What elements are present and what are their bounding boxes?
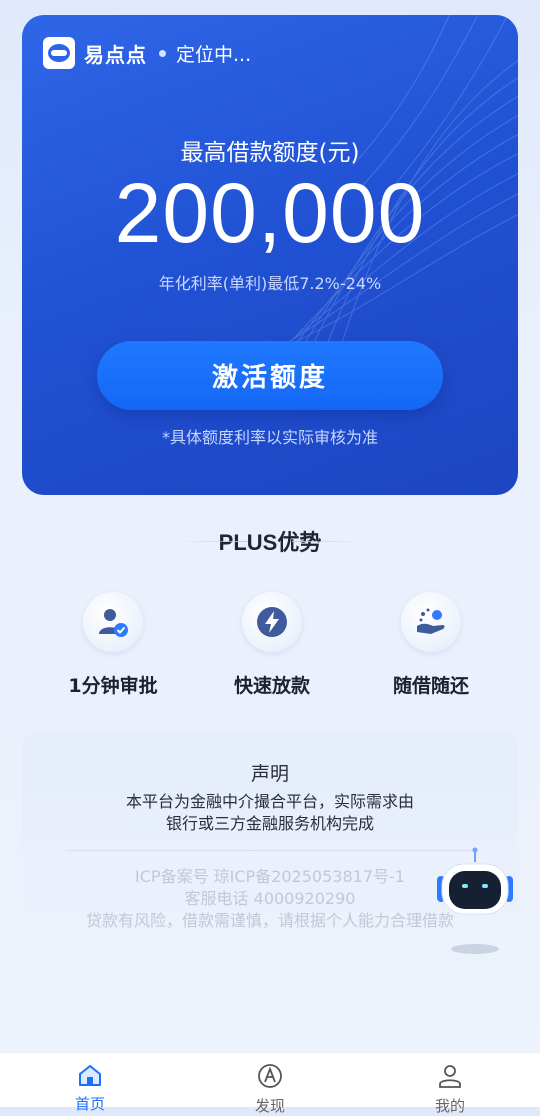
compass-icon [258, 1064, 282, 1088]
declaration-body: 本平台为金融中介撮合平台，实际需求由 银行或三方金融服务机构完成 [22, 791, 518, 835]
divider [178, 541, 248, 542]
tab-discover[interactable]: 发现 [210, 1063, 330, 1116]
declaration-line: 银行或三方金融服务机构完成 [165, 814, 374, 833]
app-logo-icon [43, 37, 75, 69]
plus-title: PLUS优势 [218, 530, 322, 555]
feature-fast-disbursement: 快速放款 [192, 592, 352, 698]
declaration-line: 本平台为金融中介撮合平台，实际需求由 [125, 792, 414, 811]
feature-label: 快速放款 [233, 675, 310, 697]
activate-limit-button[interactable]: 激活额度 [97, 341, 443, 410]
limit-note: *具体额度利率以实际审核为准 [161, 428, 378, 447]
bottom-tab-bar: 首页 发现 我的 [0, 1052, 540, 1115]
tab-mine[interactable]: 我的 [390, 1063, 510, 1116]
plus-section-heading: PLUS优势 [0, 525, 540, 557]
lightning-icon [242, 592, 302, 652]
assistant-robot-button[interactable] [433, 846, 519, 958]
hand-coin-icon [401, 592, 461, 652]
divider [66, 850, 474, 851]
home-icon [79, 1065, 101, 1086]
divider [292, 541, 362, 542]
rate-text: 年化利率(单利)最低7.2%-24% [158, 274, 382, 293]
tab-label: 首页 [74, 1095, 105, 1113]
user-check-icon [83, 592, 143, 652]
declaration-title: 声明 [250, 763, 289, 785]
robot-icon [437, 847, 513, 954]
limit-label: 最高借款额度(元) [180, 140, 360, 166]
brand-header: 易点点 定位中... [43, 37, 251, 69]
feature-label: 随借随还 [392, 675, 469, 697]
feature-label: 1分钟审批 [68, 675, 158, 697]
loan-amount: 200,000 [114, 166, 426, 260]
app-name: 易点点 [84, 42, 147, 67]
hero-card: 易点点 定位中... 最高借款额度(元) 200,000 年化利率(单利)最低7… [22, 15, 518, 495]
location-status[interactable]: 定位中... [176, 40, 251, 67]
feature-flexible-repay: 随借随还 [351, 592, 511, 698]
separator-dot [159, 49, 166, 57]
feature-fast-approval: 1分钟审批 [33, 592, 193, 698]
tab-home[interactable]: 首页 [30, 1063, 150, 1114]
profile-icon [439, 1065, 461, 1088]
